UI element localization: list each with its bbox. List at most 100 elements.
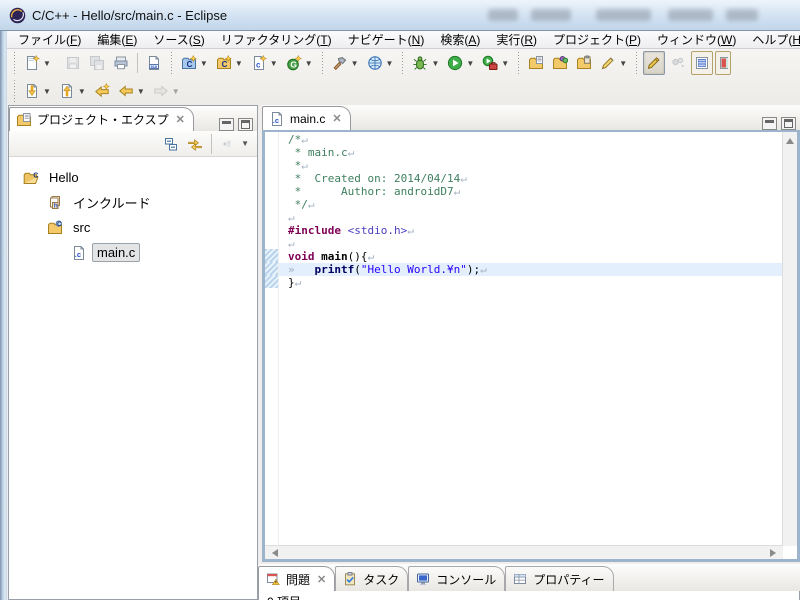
- dropdown-arrow-icon[interactable]: ▼: [43, 59, 51, 68]
- collapse-all-button[interactable]: [160, 133, 182, 155]
- svg-text:C: C: [187, 60, 193, 69]
- code-text[interactable]: /*↵ * main.c↵ *↵ * Created on: 2014/04/1…: [279, 132, 783, 546]
- changed-line-marker: [265, 249, 278, 262]
- dropdown-arrow-icon[interactable]: ▼: [270, 59, 278, 68]
- menu-item-h[interactable]: ヘルプ(H): [744, 31, 800, 48]
- close-icon[interactable]: ✕: [332, 112, 341, 125]
- dropdown-arrow-icon[interactable]: ▼: [137, 87, 145, 96]
- menu-item-p[interactable]: プロジェクト(P): [545, 31, 649, 48]
- dropdown-arrow-icon[interactable]: ▼: [351, 59, 359, 68]
- menu-item-f[interactable]: ファイル(F): [10, 31, 89, 48]
- dropdown-arrow-icon[interactable]: ▼: [386, 59, 394, 68]
- maximize-view-button[interactable]: [238, 118, 253, 131]
- external-tools-icon: [482, 55, 498, 71]
- menu-item-s[interactable]: ソース(S): [145, 31, 212, 48]
- ruler-line: [265, 223, 278, 236]
- menu-item-n[interactable]: ナビゲート(N): [340, 31, 433, 48]
- toolbar-separator[interactable]: [515, 52, 522, 74]
- scroll-up-icon[interactable]: [786, 134, 794, 144]
- close-icon[interactable]: ✕: [317, 573, 326, 586]
- annotation-ruler[interactable]: [265, 132, 279, 546]
- build-hammer-button[interactable]: ▼: [329, 51, 362, 75]
- new-source-file-button[interactable]: c▼: [248, 51, 281, 75]
- open-task-folder-button[interactable]: [549, 51, 571, 75]
- back-button[interactable]: ▼: [115, 79, 148, 103]
- window-title: C/C++ - Hello/src/main.c - Eclipse: [32, 8, 227, 23]
- editor-tab-label: main.c: [290, 112, 325, 126]
- tab-console[interactable]: コンソール: [408, 566, 505, 591]
- tab-label: タスク: [363, 571, 399, 588]
- toolbar-separator[interactable]: [633, 52, 640, 74]
- clipped-perspective-button[interactable]: [715, 51, 731, 75]
- tree-item-src[interactable]: Csrc: [9, 215, 257, 240]
- last-edit-location-button[interactable]: ▼: [21, 79, 54, 103]
- close-icon[interactable]: ✕: [176, 113, 185, 126]
- external-tools-button[interactable]: ▼: [479, 51, 512, 75]
- globe-button[interactable]: ▼: [364, 51, 397, 75]
- scroll-left-icon[interactable]: [268, 549, 278, 557]
- toolbar-separator[interactable]: [319, 52, 326, 74]
- minimize-view-button[interactable]: [219, 118, 234, 131]
- scroll-right-icon[interactable]: [770, 549, 780, 557]
- code-line: }↵: [288, 276, 783, 289]
- print-button[interactable]: [110, 51, 132, 75]
- new-c-project-icon: C: [181, 55, 197, 71]
- project-explorer-icon: [16, 112, 32, 128]
- menu-item-w[interactable]: ウィンドウ(W): [649, 31, 744, 48]
- menu-item-r[interactable]: 実行(R): [488, 31, 545, 48]
- debug-button[interactable]: ▼: [409, 51, 442, 75]
- toolbar-separator[interactable]: [11, 80, 18, 102]
- binary-button[interactable]: 010: [143, 51, 165, 75]
- marker-pen-button[interactable]: ▼: [597, 51, 630, 75]
- new-class-button[interactable]: G▼: [283, 51, 316, 75]
- menu-item-e[interactable]: 編集(E): [89, 31, 145, 48]
- dropdown-arrow-icon[interactable]: ▼: [619, 59, 627, 68]
- tab-main-c[interactable]: .c main.c ✕: [262, 106, 351, 130]
- svg-text:h: h: [54, 202, 58, 209]
- dropdown-arrow-icon[interactable]: ▼: [501, 59, 509, 68]
- next-annotation-button[interactable]: ▼: [56, 79, 89, 103]
- open-resource-folder-button[interactable]: [573, 51, 595, 75]
- run-button[interactable]: ▼: [444, 51, 477, 75]
- minimize-editor-button[interactable]: [762, 117, 777, 130]
- toolbar-separator[interactable]: [11, 52, 18, 74]
- maximize-editor-button[interactable]: [781, 117, 796, 130]
- tree-item-main.c[interactable]: .cmain.c: [9, 240, 257, 265]
- dropdown-arrow-icon[interactable]: ▼: [200, 59, 208, 68]
- dropdown-arrow-icon[interactable]: ▼: [235, 59, 243, 68]
- view-menu-arrow-icon[interactable]: ▼: [241, 139, 249, 148]
- mark-occurrences-button[interactable]: [643, 51, 665, 75]
- editor-presentation-button[interactable]: [691, 51, 713, 75]
- dropdown-arrow-icon[interactable]: ▼: [43, 87, 51, 96]
- tab-properties[interactable]: プロパティー: [505, 566, 613, 591]
- vertical-scrollbar[interactable]: [782, 132, 797, 546]
- title-bar[interactable]: C/C++ - Hello/src/main.c - Eclipse: [0, 0, 800, 31]
- dropdown-arrow-icon[interactable]: ▼: [172, 87, 180, 96]
- new-cpp-project-icon: C: [216, 55, 232, 71]
- new-wizard-button[interactable]: ▼: [21, 51, 54, 75]
- horizontal-scrollbar[interactable]: [265, 545, 783, 559]
- toolbar-separator[interactable]: [399, 52, 406, 74]
- tab-project-explorer[interactable]: プロジェクト・エクスプ ✕: [9, 107, 194, 131]
- view-menu-button[interactable]: [217, 133, 239, 155]
- tab-problems[interactable]: 問題✕: [258, 566, 335, 591]
- menu-item-t[interactable]: リファクタリング(T): [213, 31, 340, 48]
- new-cpp-project-button[interactable]: C▼: [213, 51, 246, 75]
- back-to-edit-button[interactable]: [91, 79, 113, 103]
- open-type-folder-button[interactable]: [525, 51, 547, 75]
- dropdown-arrow-icon[interactable]: ▼: [431, 59, 439, 68]
- menu-item-a[interactable]: 検索(A): [432, 31, 488, 48]
- link-editor-button[interactable]: [184, 133, 206, 155]
- dropdown-arrow-icon[interactable]: ▼: [466, 59, 474, 68]
- ruler-line: [265, 210, 278, 223]
- tree-item-Hello[interactable]: CHello: [9, 165, 257, 190]
- svg-text:C: C: [57, 220, 62, 227]
- dropdown-arrow-icon[interactable]: ▼: [305, 59, 313, 68]
- tree-item-[interactable]: hインクルード: [9, 190, 257, 215]
- source-folder-icon: C: [47, 220, 63, 236]
- tab-tasks[interactable]: タスク: [335, 566, 408, 591]
- tree-item-label: src: [68, 218, 95, 237]
- toolbar-separator[interactable]: [168, 52, 175, 74]
- dropdown-arrow-icon[interactable]: ▼: [78, 87, 86, 96]
- new-c-project-button[interactable]: C▼: [178, 51, 211, 75]
